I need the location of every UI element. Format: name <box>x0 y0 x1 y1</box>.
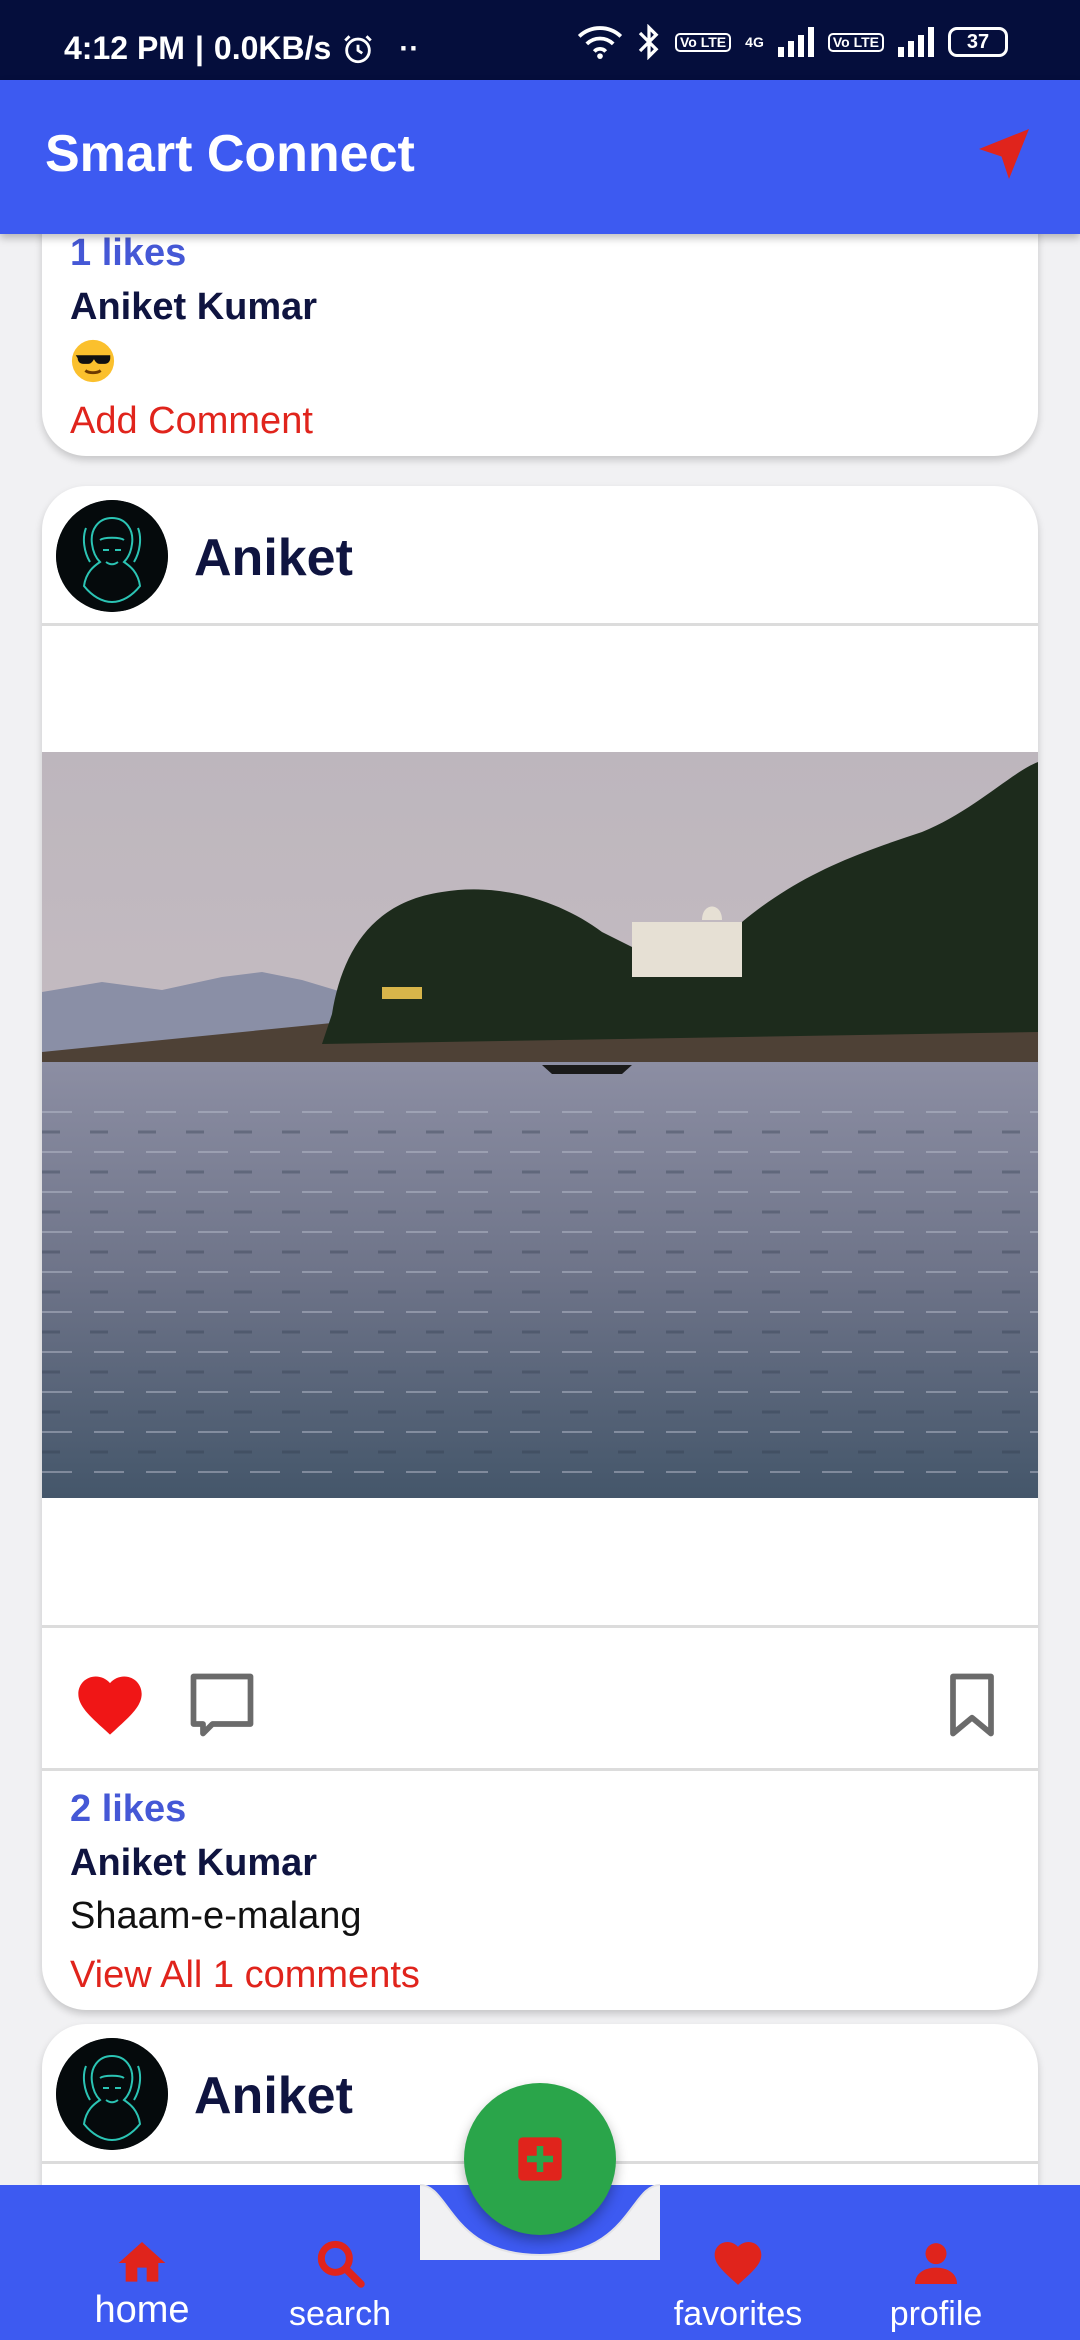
post-author[interactable]: Aniket Kumar <box>70 286 317 329</box>
nav-home-label: home <box>94 2289 190 2331</box>
status-time: 4:12 PM <box>64 30 185 66</box>
app-bar: Smart Connect <box>0 80 1080 234</box>
post-username[interactable]: Aniket <box>194 528 353 588</box>
avatar[interactable] <box>56 500 168 612</box>
bookmark-icon[interactable] <box>934 1667 1010 1743</box>
person-icon <box>915 2243 957 2284</box>
post-actions <box>42 1631 1038 1771</box>
heart-icon <box>714 2242 762 2285</box>
sunglasses-emoji-icon <box>71 339 115 383</box>
nav-search[interactable]: search <box>240 2185 440 2340</box>
nav-profile[interactable]: profile <box>836 2185 1036 2340</box>
signal-icon-1 <box>777 27 814 57</box>
more-notifications-icon: ·· <box>399 31 420 65</box>
comment-icon[interactable] <box>184 1667 260 1743</box>
post-card: Aniket <box>42 486 1038 2010</box>
battery-indicator: 37 <box>948 27 1008 57</box>
status-bar: 4:12 PM | 0.0KB/s ·· Vo LTE 4G Vo LTE 37 <box>0 0 1080 80</box>
likes-count[interactable]: 1 likes <box>70 234 186 275</box>
heart-icon[interactable] <box>72 1667 148 1743</box>
avatar-art <box>56 500 168 612</box>
wifi-icon <box>577 26 623 59</box>
home-icon <box>118 2242 166 2282</box>
view-comments-link[interactable]: View All 1 comments <box>70 1954 420 1997</box>
nav-search-label: search <box>288 2295 392 2333</box>
volte-badge-1: Vo LTE <box>675 32 732 52</box>
status-right: Vo LTE 4G Vo LTE 37 <box>577 24 1008 60</box>
network-type: 4G <box>745 34 764 50</box>
signal-icon-2 <box>898 27 934 57</box>
add-post-button[interactable] <box>464 2083 616 2235</box>
post-caption: Shaam-e-malang <box>70 1895 362 1937</box>
status-speed: 0.0KB/s <box>213 30 332 66</box>
status-separator: | <box>194 30 204 66</box>
app-title: Smart Connect <box>45 125 415 183</box>
volte-badge-2: Vo LTE <box>827 32 884 52</box>
status-left: 4:12 PM | 0.0KB/s ·· <box>64 30 419 67</box>
nav-favorites[interactable]: favorites <box>638 2185 838 2340</box>
search-icon <box>317 2240 365 2288</box>
likes-count[interactable]: 2 likes <box>70 1788 186 1831</box>
nav-profile-label: profile <box>889 2295 983 2333</box>
add-box-icon <box>518 2137 562 2181</box>
post-photo <box>42 752 1038 1498</box>
post-feed[interactable]: 1 likes Aniket Kumar Add Comment Aniket <box>0 234 1080 2185</box>
post-header: Aniket <box>42 486 1038 626</box>
avatar[interactable] <box>56 2038 168 2150</box>
post-author[interactable]: Aniket Kumar <box>70 1842 317 1885</box>
post-media[interactable] <box>42 628 1038 1628</box>
alarm-icon <box>344 34 373 63</box>
send-icon[interactable] <box>974 124 1034 184</box>
nav-home[interactable]: home <box>42 2185 242 2340</box>
post-username[interactable]: Aniket <box>194 2066 353 2126</box>
add-comment-link[interactable]: Add Comment <box>70 400 313 443</box>
nav-favorites-label: favorites <box>673 2295 803 2333</box>
bluetooth-icon <box>638 24 659 60</box>
post-card: 1 likes Aniket Kumar Add Comment <box>42 234 1038 456</box>
avatar-art <box>56 2038 168 2150</box>
